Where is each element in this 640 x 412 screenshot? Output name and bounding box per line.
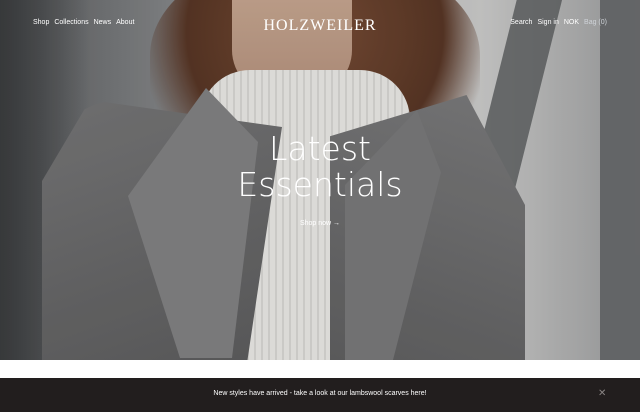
close-icon[interactable]: ✕ [598, 388, 606, 399]
hero-headline-line2: Essentials [237, 165, 403, 204]
sign-in-link[interactable]: Sign in [537, 19, 558, 26]
bag-link[interactable]: Bag (0) [584, 19, 607, 26]
shop-now-link[interactable]: Shop now → [300, 220, 340, 227]
search-link[interactable]: Search [510, 19, 532, 26]
hero-headline-line1: Latest [269, 129, 371, 168]
utility-nav: Search Sign in NOK Bag (0) [510, 19, 607, 26]
announcement-banner: New styles have arrived - take a look at… [0, 378, 640, 412]
hero-headline: Latest Essentials [0, 131, 640, 203]
banner-message[interactable]: New styles have arrived - take a look at… [0, 390, 640, 397]
hero-image: Shop Collections News About HOLZWEILER S… [0, 0, 640, 360]
currency-selector[interactable]: NOK [564, 19, 579, 26]
shop-now-cta: Shop now → [0, 220, 640, 227]
